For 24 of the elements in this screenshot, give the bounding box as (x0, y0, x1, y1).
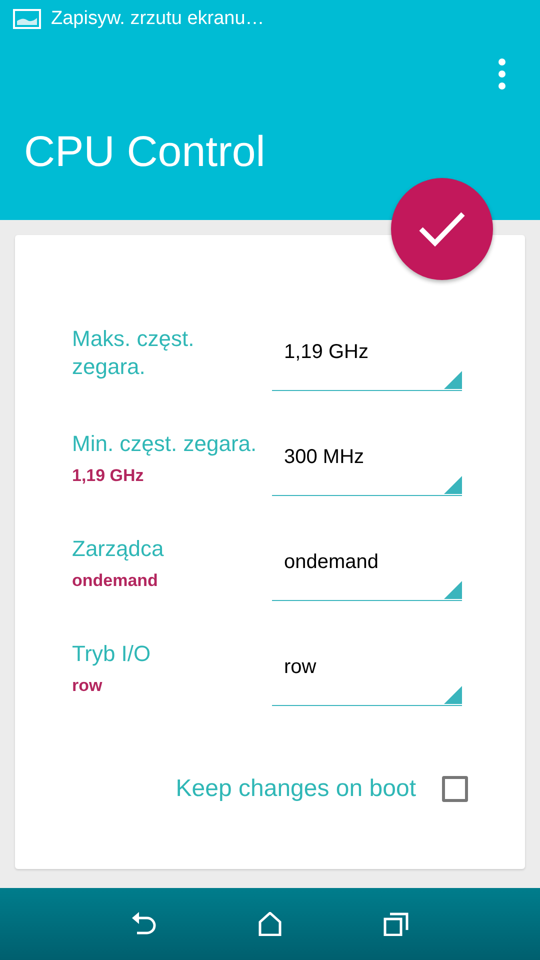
checkmark-icon (418, 211, 466, 247)
value-dropdown[interactable]: 300 MHz (272, 430, 462, 496)
value-dropdown[interactable]: ondemand (272, 535, 462, 601)
checkbox[interactable] (442, 776, 468, 802)
value-dropdown[interactable]: row (272, 640, 462, 706)
home-icon[interactable] (258, 912, 282, 936)
corner-triangle-icon (444, 476, 462, 494)
corner-triangle-icon (444, 581, 462, 599)
back-icon[interactable] (130, 912, 157, 936)
corner-triangle-icon (444, 686, 462, 704)
setting-label: Zarządca (72, 535, 165, 563)
notification-text: Zapisyw. zrzutu ekranu… (51, 8, 264, 30)
setting-label: Min. częst. zegara. (72, 430, 258, 458)
corner-triangle-icon (444, 371, 462, 389)
setting-label: Tryb I/O (72, 640, 152, 668)
current-value: 1,19 GHz (72, 466, 145, 486)
screenshot-icon (13, 9, 41, 29)
recent-apps-icon[interactable] (383, 912, 410, 936)
current-value: row (72, 676, 104, 696)
value-dropdown[interactable]: 1,19 GHz (272, 325, 462, 391)
app-title: CPU Control (23, 127, 266, 177)
current-value: ondemand (72, 571, 159, 591)
setting-label: Maks. częst. zegara. (72, 325, 196, 381)
keep-changes-label: Keep changes on boot (176, 775, 416, 803)
